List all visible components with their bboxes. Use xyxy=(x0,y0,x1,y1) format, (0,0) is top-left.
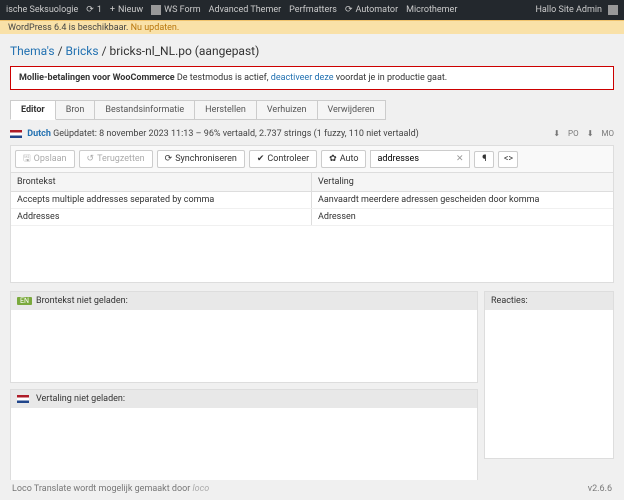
update-icon: ⟳ xyxy=(86,6,94,15)
loco-footer: Loco Translate wordt mogelijk gemaakt do… xyxy=(0,480,624,500)
tab-verwijderen[interactable]: Verwijderen xyxy=(317,100,386,120)
editor-toolbar: 🖫 Opslaan ↺ Terugzetten ⟳ Synchroniseren… xyxy=(10,145,614,173)
automator-icon: ⟳ xyxy=(345,6,353,15)
pilcrow-icon: ¶ xyxy=(482,155,486,164)
translation-meta: Dutch Geüpdatet: 8 november 2023 11:13 –… xyxy=(10,126,614,145)
update-now-link[interactable]: Nu updaten. xyxy=(131,23,180,33)
tab-verhuizen[interactable]: Verhuizen xyxy=(256,100,318,120)
updates-indicator[interactable]: ⟳ 1 xyxy=(86,5,102,15)
breadcrumb-bricks[interactable]: Bricks xyxy=(66,44,99,58)
cell-source: Addresses xyxy=(11,209,312,225)
breadcrumb-themas[interactable]: Thema's xyxy=(10,44,55,58)
microthemer-link[interactable]: Microthemer xyxy=(406,5,457,15)
deactivate-test-link[interactable]: deactiveer deze xyxy=(271,73,334,83)
tab-bestandsinfo[interactable]: Bestandsinformatie xyxy=(94,100,195,120)
code-view-button[interactable]: <> xyxy=(498,151,518,168)
updates-count: 1 xyxy=(97,5,102,15)
check-button[interactable]: ✔ Controleer xyxy=(249,150,317,168)
revert-icon: ↺ xyxy=(87,155,95,164)
translation-text-area[interactable] xyxy=(11,408,477,480)
new-menu[interactable]: + Nieuw xyxy=(110,5,143,15)
tab-herstellen[interactable]: Herstellen xyxy=(194,100,257,120)
code-icon: <> xyxy=(504,155,513,164)
comments-panel: Reacties: xyxy=(484,291,614,459)
translation-panel-title: Vertaling niet geladen: xyxy=(36,394,125,404)
save-button[interactable]: 🖫 Opslaan xyxy=(15,150,75,168)
strings-table: Brontekst Vertaling Accepts multiple add… xyxy=(10,173,614,283)
dutch-flag-icon xyxy=(10,130,22,138)
site-name[interactable]: ische Seksuologie xyxy=(6,5,78,15)
footer-text: Loco Translate wordt mogelijk gemaakt do… xyxy=(12,484,193,494)
notice-title: Mollie-betalingen voor WooCommerce xyxy=(19,73,175,83)
source-panel-title: Brontekst niet geladen: xyxy=(36,296,128,306)
save-icon: 🖫 xyxy=(23,155,31,164)
admin-bar: ische Seksuologie ⟳ 1 + Nieuw WS Form Ad… xyxy=(0,0,624,20)
wsform-icon xyxy=(151,5,161,15)
automator-link[interactable]: ⟳ Automator xyxy=(345,5,398,15)
auto-button[interactable]: ✿ Auto xyxy=(321,150,366,168)
advanced-themer-link[interactable]: Advanced Themer xyxy=(209,5,282,15)
pilcrow-button[interactable]: ¶ xyxy=(474,151,494,168)
user-greeting[interactable]: Hallo Site Admin xyxy=(535,5,602,15)
sync-button[interactable]: ⟳ Synchroniseren xyxy=(157,150,245,168)
tab-editor[interactable]: Editor xyxy=(10,100,56,120)
table-row[interactable]: Accepts multiple addresses separated by … xyxy=(11,192,613,209)
comments-panel-title: Reacties: xyxy=(491,296,528,306)
cell-source: Accepts multiple addresses separated by … xyxy=(11,192,312,208)
download-po-button[interactable]: ⬇ PO xyxy=(553,129,578,138)
auto-icon: ✿ xyxy=(329,155,337,164)
sync-icon: ⟳ xyxy=(165,155,173,164)
loco-brand[interactable]: loco xyxy=(193,484,210,494)
tab-bron[interactable]: Bron xyxy=(55,100,96,120)
filter-value: addresses xyxy=(377,154,419,164)
badge-icon: EN xyxy=(17,297,32,305)
update-prefix: WordPress 6.4 xyxy=(8,23,66,33)
translation-panel: Vertaling niet geladen: xyxy=(10,389,478,481)
clear-filter-icon[interactable]: ✕ xyxy=(456,155,464,164)
revert-button[interactable]: ↺ Terugzetten xyxy=(79,150,153,168)
download-mo-button[interactable]: ⬇ MO xyxy=(587,129,614,138)
language-name: Dutch xyxy=(27,129,51,139)
cell-translation: Aanvaardt meerdere adressen gescheiden d… xyxy=(312,192,613,208)
col-header-source[interactable]: Brontekst xyxy=(11,173,312,191)
update-stats: Geüpdatet: 8 november 2023 11:13 – 96% v… xyxy=(53,129,419,139)
col-header-translation[interactable]: Vertaling xyxy=(312,173,613,191)
source-text-panel: EN Brontekst niet geladen: xyxy=(10,291,478,383)
wsform-link[interactable]: WS Form xyxy=(151,5,201,15)
mollie-test-notice: Mollie-betalingen voor WooCommerce De te… xyxy=(10,66,614,90)
source-text-area[interactable] xyxy=(11,310,477,382)
cell-translation: Adressen xyxy=(312,209,613,225)
perfmatters-link[interactable]: Perfmatters xyxy=(289,5,337,15)
dutch-flag-icon xyxy=(17,395,29,403)
avatar[interactable] xyxy=(608,5,618,15)
wp-update-banner: WordPress 6.4 is beschikbaar. Nu updaten… xyxy=(0,20,624,34)
loco-tabs: Editor Bron Bestandsinformatie Herstelle… xyxy=(10,100,614,120)
breadcrumb-current: bricks-nl_NL.po (aangepast) xyxy=(110,44,260,58)
filter-input[interactable]: addresses ✕ xyxy=(370,150,470,168)
loco-version: v2.6.6 xyxy=(588,484,612,494)
breadcrumb: Thema's / Bricks / bricks-nl_NL.po (aang… xyxy=(10,38,614,66)
comments-area[interactable] xyxy=(485,310,613,458)
table-row[interactable]: Addresses Adressen xyxy=(11,209,613,226)
check-icon: ✔ xyxy=(257,155,265,164)
